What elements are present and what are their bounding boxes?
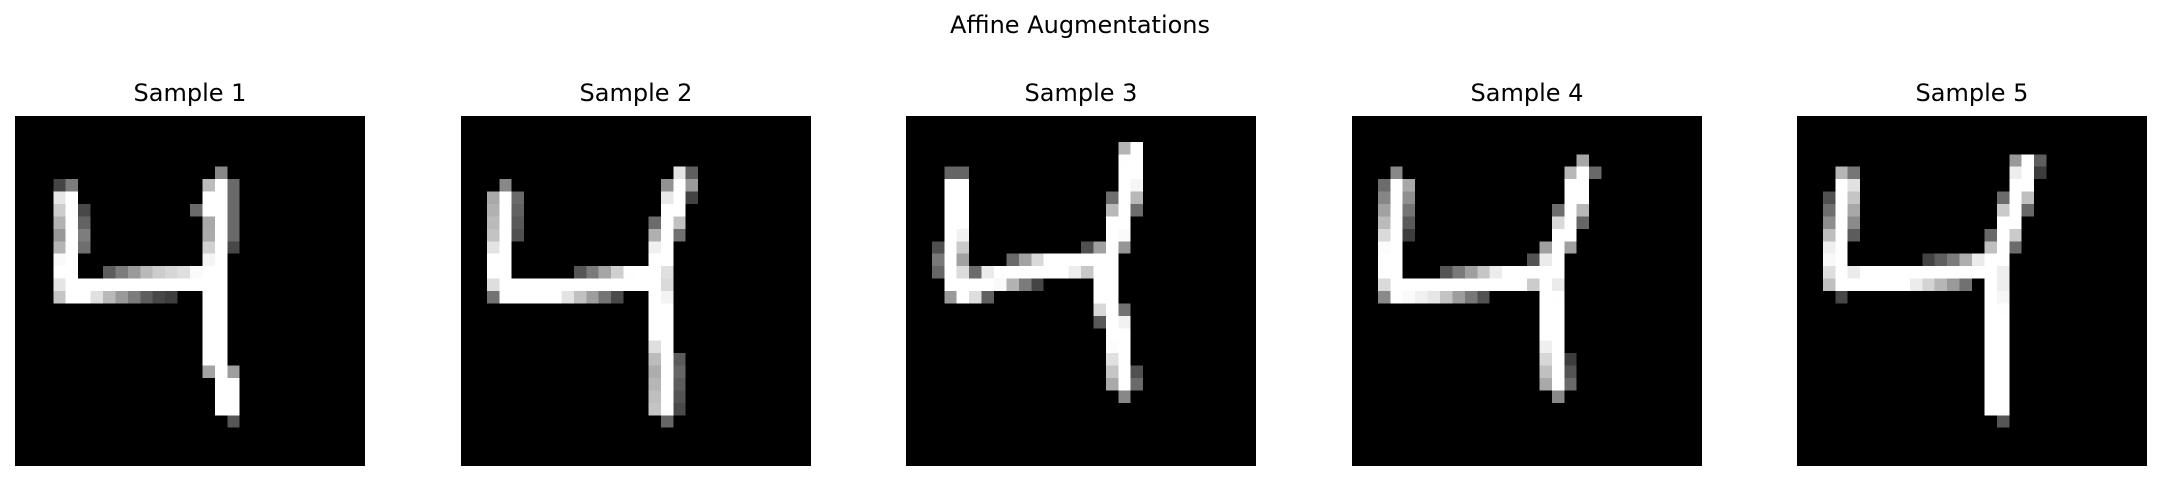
digit-image-4 [1353,117,1701,465]
sample-panel-4: Sample 4 [1352,78,1702,466]
sample-image-5 [1797,116,2147,466]
sample-image-2 [461,116,811,466]
sample-title-2: Sample 2 [579,79,693,107]
sample-image-1 [15,116,365,466]
sample-panel-3: Sample 3 [906,78,1256,466]
digit-image-3 [907,117,1255,465]
sample-panel-2: Sample 2 [461,78,811,466]
digit-image-2 [462,117,810,465]
digit-image-5 [1798,117,2146,465]
sample-title-5: Sample 5 [1915,79,2029,107]
figure-title: Affine Augmentations [949,11,1211,39]
sample-image-4 [1352,116,1702,466]
sample-title-1: Sample 1 [133,79,247,107]
sample-title-4: Sample 4 [1470,79,1584,107]
sample-panel-1: Sample 1 [15,78,365,466]
sample-image-3 [906,116,1256,466]
sample-panel-5: Sample 5 [1797,78,2147,466]
sample-title-3: Sample 3 [1024,79,1138,107]
digit-image-1 [16,117,364,465]
